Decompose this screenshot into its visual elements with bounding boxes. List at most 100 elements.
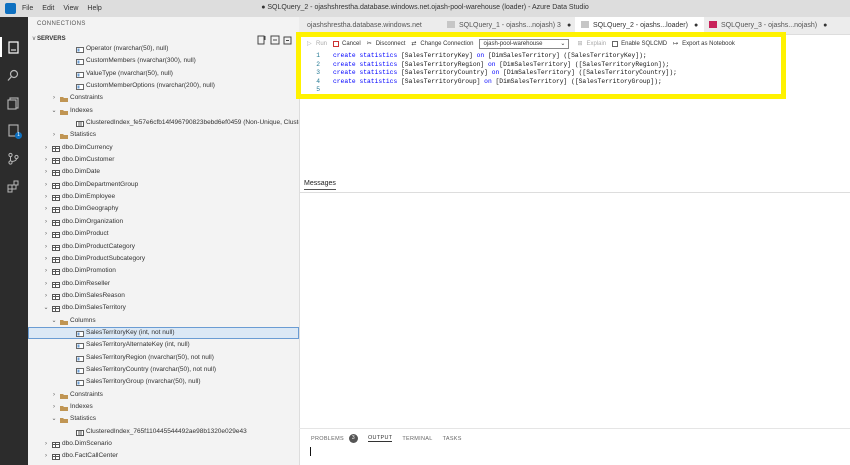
tab-terminal[interactable]: TERMINAL [402, 436, 432, 442]
tree-item[interactable]: SalesTerritoryAlternateKey (int, null) [28, 339, 299, 351]
tree-item-label: CustomMembers (nvarchar(300), null) [86, 57, 196, 65]
chevron-down-icon[interactable]: ⌄ [42, 302, 50, 314]
tree-item-label: Indexes [70, 106, 93, 114]
output-cursor [310, 447, 311, 456]
table-icon [52, 453, 60, 461]
tree-item-label: dbo.DimDepartmentGroup [62, 180, 139, 188]
tree-item-label: dbo.DimProduct [62, 230, 109, 238]
tree-item-label: Columns [70, 316, 96, 324]
tree-item[interactable]: SalesTerritoryRegion (nvarchar(50), not … [28, 352, 299, 364]
column-icon [76, 355, 84, 362]
column-icon [76, 342, 84, 350]
folder-icon [60, 404, 68, 411]
tree-item[interactable]: ClusteredIndex_765f110445544492ae98b1320… [28, 426, 299, 438]
chevron-right-icon[interactable]: › [42, 191, 50, 203]
folder-icon [60, 95, 68, 103]
chevron-right-icon[interactable]: › [50, 401, 58, 413]
chevron-right-icon[interactable]: › [42, 154, 50, 166]
tree-item-label: Indexes [70, 402, 93, 410]
tree-item[interactable]: › dbo.DimProductSubcategory [28, 253, 299, 265]
tree-item[interactable]: › dbo.DimSalesReason [28, 290, 299, 302]
tree-item[interactable]: ⌄ Indexes [28, 105, 299, 117]
tree-item[interactable]: › Indexes [28, 401, 299, 413]
tree-item[interactable]: ⌄ Statistics [28, 413, 299, 425]
index-icon [76, 120, 84, 128]
chevron-right-icon[interactable]: › [42, 241, 50, 253]
tree-item[interactable]: CustomMembers (nvarchar(300), null) [28, 55, 299, 67]
chevron-right-icon[interactable]: › [50, 129, 58, 141]
source-control-icon[interactable] [7, 152, 20, 165]
tree-item-label: Constraints [70, 94, 103, 102]
tree-item[interactable]: ⌄ dbo.DimSalesTerritory [28, 302, 299, 314]
tree-item[interactable]: ClusteredIndex_fe57e6cfb14f496790823bebd… [28, 117, 299, 129]
table-icon [52, 256, 60, 263]
explorer-icon[interactable] [7, 97, 20, 110]
extensions-icon[interactable] [7, 180, 20, 193]
notification-badge: 1 [15, 132, 22, 139]
tree-item[interactable]: › dbo.DimScenario [28, 438, 299, 450]
chevron-right-icon[interactable]: › [50, 92, 58, 104]
tree-item[interactable]: › dbo.DimPromotion [28, 265, 299, 277]
tree-item-label: dbo.DimEmployee [62, 193, 116, 201]
chevron-down-icon[interactable]: ⌄ [50, 315, 58, 327]
tree-item[interactable]: ValueType (nvarchar(50), null) [28, 68, 299, 80]
chevron-down-icon[interactable]: ⌄ [50, 105, 58, 117]
tree-item[interactable]: SalesTerritoryKey (int, not null) [28, 326, 299, 340]
tree-item[interactable]: › dbo.DimGeography [28, 203, 299, 215]
search-icon[interactable] [7, 69, 20, 82]
connections-sidebar: CONNECTIONS v SERVERS Operator (nvarchar… [28, 17, 300, 465]
messages-divider [299, 192, 850, 193]
chevron-right-icon[interactable]: › [50, 389, 58, 401]
chevron-right-icon[interactable]: › [42, 203, 50, 215]
chevron-right-icon[interactable]: › [42, 450, 50, 462]
folder-icon [60, 318, 68, 325]
chevron-right-icon[interactable]: › [42, 216, 50, 228]
tab-problems[interactable]: PROBLEMS [311, 436, 344, 442]
tree-item[interactable]: › dbo.FactCallCenter [28, 450, 299, 462]
tree-item[interactable]: › Constraints [28, 389, 299, 401]
table-icon [52, 182, 60, 189]
tree-item[interactable]: SalesTerritoryGroup (nvarchar(50), null) [28, 376, 299, 388]
chevron-right-icon[interactable]: › [42, 166, 50, 178]
tree-item[interactable]: › dbo.DimDepartmentGroup [28, 179, 299, 191]
folder-icon [60, 108, 68, 115]
tree-item[interactable]: › Statistics [28, 129, 299, 141]
panel-divider [299, 428, 850, 429]
query-file-icon [581, 18, 589, 28]
table-icon [52, 219, 60, 226]
tree-item[interactable]: › dbo.DimProduct [28, 228, 299, 240]
chevron-right-icon[interactable]: › [42, 142, 50, 154]
chevron-right-icon[interactable]: › [42, 438, 50, 450]
tree-item[interactable]: › dbo.DimProductCategory [28, 241, 299, 253]
tab-tasks[interactable]: TASKS [443, 436, 462, 442]
highlight-box [296, 32, 786, 99]
table-icon [52, 145, 60, 152]
tree-item-label: SalesTerritoryCountry (nvarchar(50), not… [86, 365, 217, 373]
activity-bar: 1 [0, 17, 28, 465]
tree-item[interactable]: ⌄ Columns [28, 315, 299, 327]
chevron-down-icon[interactable]: ⌄ [50, 413, 58, 425]
tree-item[interactable]: › dbo.DimOrganization [28, 216, 299, 228]
notebooks-icon[interactable]: 1 [7, 124, 22, 139]
chevron-right-icon[interactable]: › [42, 228, 50, 240]
tree-item[interactable]: CustomMemberOptions (nvarchar(200), null… [28, 80, 299, 92]
tree-item[interactable]: SalesTerritoryCountry (nvarchar(50), not… [28, 364, 299, 376]
chevron-right-icon[interactable]: › [42, 253, 50, 265]
active-indicator [0, 37, 2, 57]
tree-item[interactable]: › dbo.DimEmployee [28, 191, 299, 203]
unsaved-dot-icon[interactable]: ● [823, 17, 827, 34]
chevron-right-icon[interactable]: › [42, 278, 50, 290]
chevron-right-icon[interactable]: › [42, 265, 50, 277]
messages-tab[interactable]: Messages [304, 180, 336, 190]
tree-item[interactable]: › Constraints [28, 92, 299, 104]
tree-item[interactable]: › dbo.DimCustomer [28, 154, 299, 166]
servers-icon[interactable] [7, 41, 20, 54]
tab-output[interactable]: OUTPUT [367, 435, 393, 442]
tree-item[interactable]: › dbo.DimCurrency [28, 142, 299, 154]
chevron-right-icon[interactable]: › [42, 179, 50, 191]
panel-tabs: PROBLEMS 3 OUTPUT TERMINAL TASKS [311, 434, 472, 443]
tree-item[interactable]: › dbo.DimReseller [28, 278, 299, 290]
tree-item[interactable]: › dbo.DimDate [28, 166, 299, 178]
tree-item[interactable]: Operator (nvarchar(50), null) [28, 43, 299, 55]
chevron-right-icon[interactable]: › [42, 290, 50, 302]
